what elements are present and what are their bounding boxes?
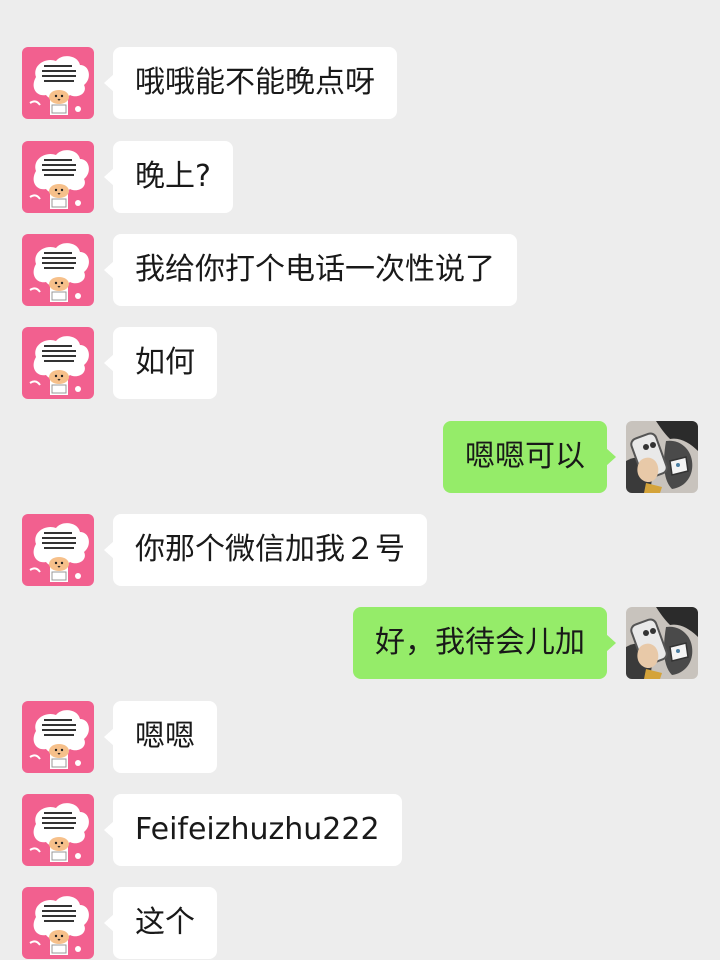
outgoing-message-bubble[interactable]: 好，我待会儿加 [353, 607, 616, 679]
incoming-message-bubble[interactable]: 嗯嗯 [104, 701, 217, 773]
chat-message-list[interactable]: 哦哦能不能晚点呀 晚上? 我给你打个电话一次性说了 如何 嗯嗯可以 你那个微信加… [0, 0, 720, 960]
incoming-message-bubble[interactable]: 我给你打个电话一次性说了 [104, 234, 517, 306]
message-row: 嗯嗯可以 [0, 421, 720, 493]
message-row: 嗯嗯 [0, 701, 720, 773]
message-row: 你那个微信加我２号 [0, 514, 720, 586]
incoming-message-bubble[interactable]: 晚上? [104, 141, 233, 213]
message-row: 如何 [0, 327, 720, 399]
incoming-message-bubble[interactable]: 你那个微信加我２号 [104, 514, 427, 586]
hamster-cloud-avatar-icon[interactable] [22, 701, 94, 773]
hamster-cloud-avatar-icon[interactable] [22, 234, 94, 306]
hamster-cloud-avatar-icon[interactable] [22, 887, 94, 959]
phone-selfie-avatar-icon[interactable] [626, 607, 698, 679]
incoming-message-bubble[interactable]: 这个 [104, 887, 217, 959]
message-row: 好，我待会儿加 [0, 607, 720, 679]
incoming-message-bubble[interactable]: Feifeizhuzhu222 [104, 794, 402, 866]
hamster-cloud-avatar-icon[interactable] [22, 141, 94, 213]
outgoing-message-bubble[interactable]: 嗯嗯可以 [443, 421, 616, 493]
hamster-cloud-avatar-icon[interactable] [22, 327, 94, 399]
hamster-cloud-avatar-icon[interactable] [22, 794, 94, 866]
phone-selfie-avatar-icon[interactable] [626, 421, 698, 493]
message-row: 哦哦能不能晚点呀 [0, 47, 720, 119]
incoming-message-bubble[interactable]: 哦哦能不能晚点呀 [104, 47, 397, 119]
hamster-cloud-avatar-icon[interactable] [22, 47, 94, 119]
message-row: 这个 [0, 887, 720, 959]
incoming-message-bubble[interactable]: 如何 [104, 327, 217, 399]
hamster-cloud-avatar-icon[interactable] [22, 514, 94, 586]
message-row: 晚上? [0, 141, 720, 213]
message-row: Feifeizhuzhu222 [0, 794, 720, 866]
message-row: 我给你打个电话一次性说了 [0, 234, 720, 306]
